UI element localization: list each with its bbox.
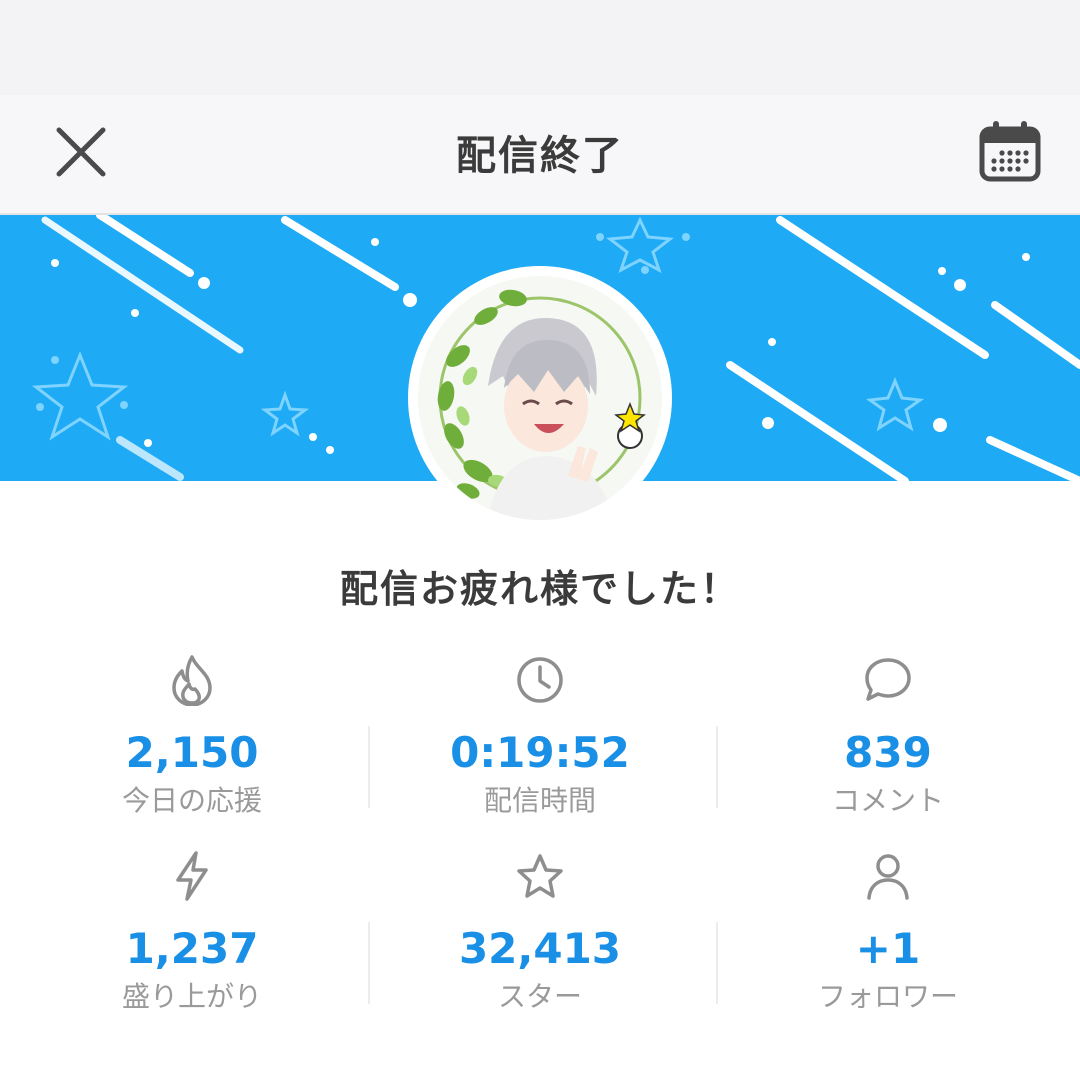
column-divider <box>368 726 370 808</box>
followers-label: フォロワー <box>817 980 958 1013</box>
support-value: 2,150 <box>125 728 259 777</box>
comments-label: コメント <box>831 784 944 817</box>
calendar-button[interactable] <box>974 115 1046 187</box>
avatar-image <box>418 276 662 520</box>
avatar <box>418 276 662 520</box>
followers-value: +1 <box>855 924 921 973</box>
stat-comments: 839 コメント <box>718 650 1058 818</box>
duration-label: 配信時間 <box>483 784 596 817</box>
person-icon <box>867 854 909 900</box>
duration-value: 0:19:52 <box>450 728 630 777</box>
stat-duration: 0:19:52 配信時間 <box>370 650 710 818</box>
flame-icon <box>172 655 212 706</box>
column-divider <box>716 726 718 808</box>
stat-stars: 32,413 スター <box>370 846 710 1014</box>
stat-support: 2,150 今日の応援 <box>22 650 362 818</box>
header-bar: 配信終了 <box>0 95 1080 215</box>
comments-value: 839 <box>844 728 932 777</box>
calendar-icon <box>979 121 1041 182</box>
stars-label: スター <box>497 980 582 1013</box>
excitement-label: 盛り上がり <box>121 980 262 1013</box>
avatar-frame <box>408 266 672 530</box>
stat-followers: +1 フォロワー <box>718 846 1058 1014</box>
column-divider <box>368 922 370 1004</box>
status-bar-area <box>0 0 1080 95</box>
stats-grid: 2,150 今日の応援 0:19:52 配信時間 839 コメント 1,237 <box>0 640 1080 1040</box>
stars-value: 32,413 <box>458 924 622 973</box>
stat-excitement: 1,237 盛り上がり <box>22 846 362 1014</box>
excitement-value: 1,237 <box>125 924 259 973</box>
support-label: 今日の応援 <box>121 784 262 817</box>
column-divider <box>716 922 718 1004</box>
page-title: 配信終了 <box>456 133 624 179</box>
lightning-icon <box>176 851 208 901</box>
thank-you-message: 配信お疲れ様でした！ <box>339 567 740 611</box>
clock-icon <box>517 657 563 703</box>
star-icon <box>517 854 563 898</box>
speech-bubble-icon <box>865 658 911 701</box>
